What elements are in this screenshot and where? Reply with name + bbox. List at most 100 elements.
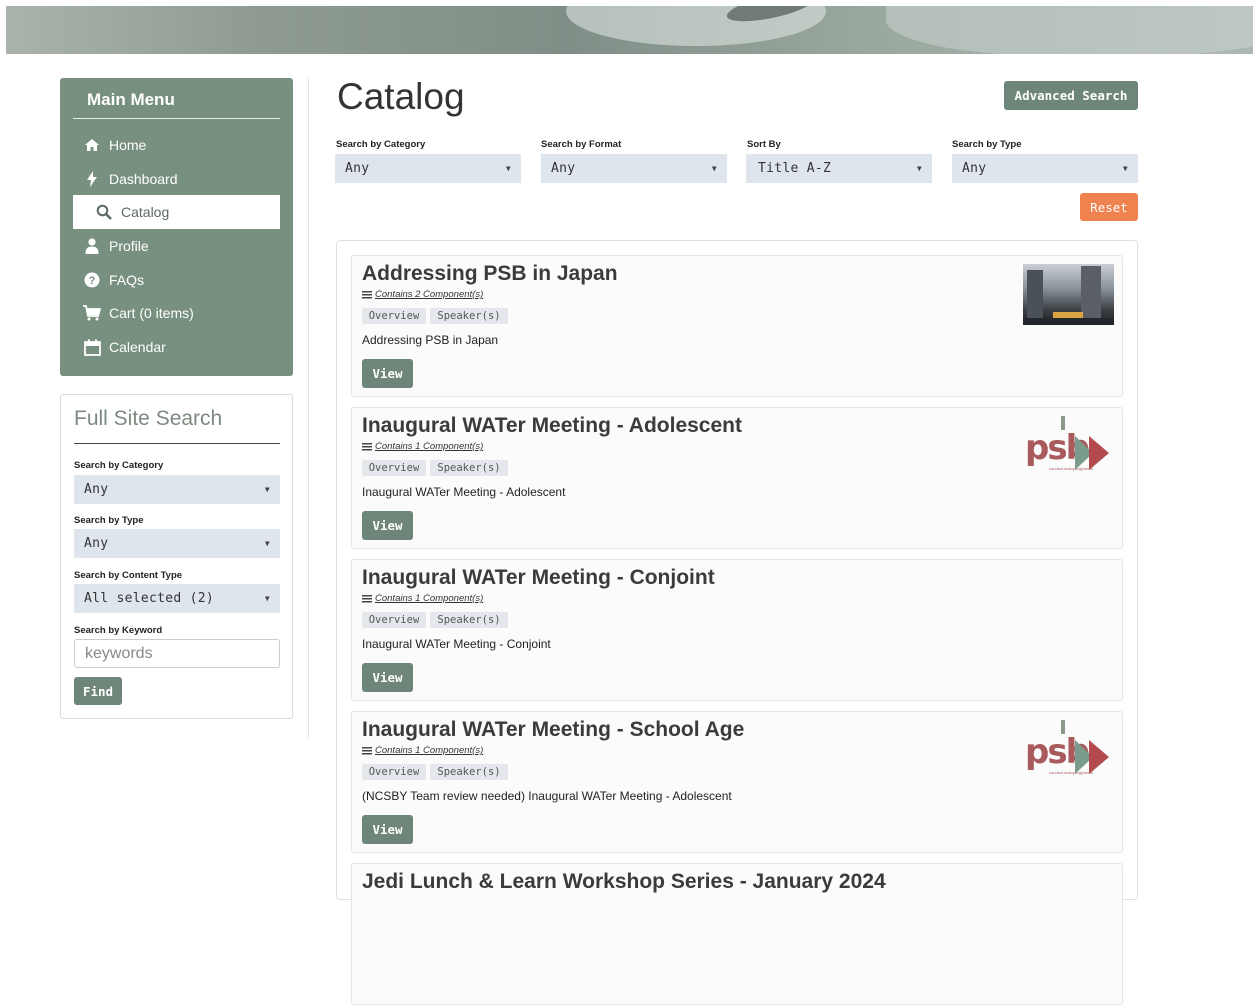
header-banner [6, 6, 1253, 54]
sidebar-item-label: Catalog [121, 204, 170, 220]
list-icon [362, 746, 372, 755]
sidebar-item-catalog[interactable]: Catalog [73, 195, 280, 229]
advanced-search-button[interactable]: Advanced Search [1004, 81, 1138, 110]
full-site-search-panel: Full Site Search Search by Category Any ▼… [60, 394, 293, 719]
psb-logo[interactable]: psb connect.ncsby.org/psbcti [1025, 416, 1115, 474]
select-value: All selected (2) [84, 591, 215, 606]
reset-button[interactable]: Reset [1080, 193, 1138, 221]
tag-overview[interactable]: Overview [362, 460, 426, 476]
caret-down-icon: ▼ [916, 164, 922, 173]
sidebar-item-cart[interactable]: Cart (0 items) [73, 296, 280, 330]
components-row: Contains 1 Component(s) [362, 745, 483, 756]
filter-type-select[interactable]: Any ▼ [952, 154, 1138, 183]
tag-speakers[interactable]: Speaker(s) [430, 612, 508, 628]
thumbnail-image[interactable] [1023, 264, 1114, 325]
user-icon [83, 238, 101, 254]
caret-down-icon: ▼ [264, 485, 270, 494]
column-divider [308, 78, 309, 738]
catalog-item: Jedi Lunch & Learn Workshop Series - Jan… [351, 863, 1123, 1005]
select-value: Title A-Z [758, 161, 832, 176]
question-icon: ? [83, 272, 101, 288]
tag-speakers[interactable]: Speaker(s) [430, 764, 508, 780]
tag-overview[interactable]: Overview [362, 308, 426, 324]
caret-down-icon: ▼ [264, 594, 270, 603]
sidebar-item-calendar[interactable]: Calendar [73, 330, 280, 364]
components-link[interactable]: Contains 1 Component(s) [375, 745, 483, 756]
caret-down-icon: ▼ [711, 164, 717, 173]
sidebar-item-label: Profile [109, 238, 149, 254]
divider [74, 443, 280, 444]
filter-category-select[interactable]: Any ▼ [335, 154, 521, 183]
tag-speakers[interactable]: Speaker(s) [430, 308, 508, 324]
bolt-icon [83, 171, 101, 187]
view-button[interactable]: View [362, 815, 413, 844]
catalog-item: Addressing PSB in Japan Contains 2 Compo… [351, 255, 1123, 397]
components-link[interactable]: Contains 2 Component(s) [375, 289, 483, 300]
select-value: Any [84, 482, 109, 497]
components-row: Contains 2 Component(s) [362, 289, 483, 300]
sidebar-item-label: Calendar [109, 339, 166, 355]
catalog-item-title: Addressing PSB in Japan [362, 262, 618, 285]
caret-down-icon: ▼ [505, 164, 511, 173]
catalog-item: Inaugural WATer Meeting - School Age Con… [351, 711, 1123, 853]
find-button[interactable]: Find [74, 677, 122, 705]
sidebar-item-label: FAQs [109, 272, 145, 288]
page-title: Catalog [337, 76, 465, 117]
tag-overview[interactable]: Overview [362, 764, 426, 780]
psb-logo[interactable]: psb connect.ncsby.org/psbcti [1025, 720, 1115, 778]
list-icon [362, 594, 372, 603]
site-search-type-select[interactable]: Any ▼ [74, 529, 280, 558]
site-search-content-type-select[interactable]: All selected (2) ▼ [74, 584, 280, 613]
view-button[interactable]: View [362, 359, 413, 388]
cart-icon [83, 305, 101, 321]
caret-down-icon: ▼ [1122, 164, 1128, 173]
sidebar-item-home[interactable]: Home [73, 128, 280, 162]
main-menu: Main Menu Home Dashboard Catalog Profile… [60, 78, 293, 376]
components-link[interactable]: Contains 1 Component(s) [375, 441, 483, 452]
components-link[interactable]: Contains 1 Component(s) [375, 593, 483, 604]
sidebar-item-label: Dashboard [109, 171, 178, 187]
sidebar-item-faqs[interactable]: ? FAQs [73, 263, 280, 297]
catalog-item-description: (NCSBY Team review needed) Inaugural WAT… [362, 789, 732, 803]
catalog-item-title: Inaugural WATer Meeting - School Age [362, 718, 745, 741]
filter-type-label: Search by Type [952, 139, 1022, 150]
select-value: Any [551, 161, 576, 176]
logo-url: connect.ncsby.org/psbcti [1049, 770, 1093, 775]
sidebar-item-profile[interactable]: Profile [73, 229, 280, 263]
caret-down-icon: ▼ [264, 539, 270, 548]
sidebar-item-dashboard[interactable]: Dashboard [73, 162, 280, 196]
view-button[interactable]: View [362, 511, 413, 540]
site-search-content-type-label: Search by Content Type [74, 570, 183, 581]
catalog-item-title: Jedi Lunch & Learn Workshop Series - Jan… [362, 870, 886, 893]
catalog-item-description: Addressing PSB in Japan [362, 333, 499, 347]
sidebar-item-label: Home [109, 137, 147, 153]
site-search-category-label: Search by Category [74, 460, 164, 471]
catalog-results: Addressing PSB in Japan Contains 2 Compo… [336, 240, 1138, 1005]
components-row: Contains 1 Component(s) [362, 593, 483, 604]
keyword-input[interactable] [74, 639, 280, 668]
components-row: Contains 1 Component(s) [362, 441, 483, 452]
select-value: Any [345, 161, 370, 176]
site-search-category-select[interactable]: Any ▼ [74, 475, 280, 504]
catalog-item: Inaugural WATer Meeting - Conjoint Conta… [351, 559, 1123, 701]
tag-speakers[interactable]: Speaker(s) [430, 460, 508, 476]
filter-format-label: Search by Format [541, 139, 622, 150]
catalog-item-title: Inaugural WATer Meeting - Adolescent [362, 414, 742, 437]
catalog-item-title: Inaugural WATer Meeting - Conjoint [362, 566, 715, 589]
site-search-type-label: Search by Type [74, 515, 144, 526]
catalog-item: Inaugural WATer Meeting - Adolescent Con… [351, 407, 1123, 549]
search-icon [95, 204, 113, 220]
list-icon [362, 442, 372, 451]
tag-overview[interactable]: Overview [362, 612, 426, 628]
sort-by-select[interactable]: Title A-Z ▼ [746, 154, 932, 183]
list-icon [362, 290, 372, 299]
view-button[interactable]: View [362, 663, 413, 692]
sort-by-label: Sort By [747, 139, 781, 150]
catalog-item-description: Inaugural WATer Meeting - Adolescent [362, 485, 566, 499]
site-search-title: Full Site Search [74, 407, 223, 430]
site-search-keyword-label: Search by Keyword [74, 625, 163, 636]
select-value: Any [84, 536, 109, 551]
filter-category-label: Search by Category [336, 139, 426, 150]
filter-format-select[interactable]: Any ▼ [541, 154, 727, 183]
catalog-item-description: Inaugural WATer Meeting - Conjoint [362, 637, 551, 651]
